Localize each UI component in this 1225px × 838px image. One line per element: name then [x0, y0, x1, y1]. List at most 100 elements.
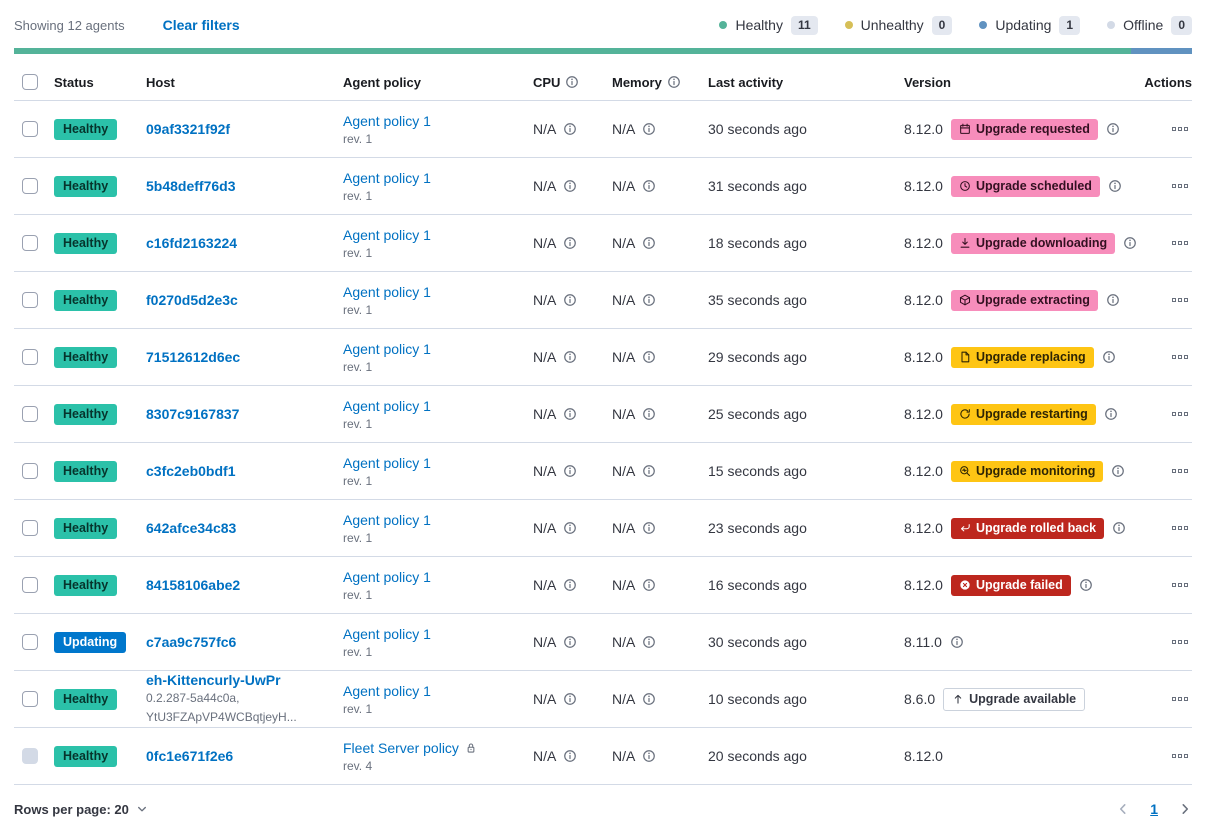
page-number-1[interactable]: 1 [1150, 801, 1158, 817]
cpu-na-info-icon[interactable] [563, 179, 577, 193]
row-checkbox[interactable] [22, 691, 38, 707]
memory-na-info-icon[interactable] [642, 122, 656, 136]
row-checkbox[interactable] [22, 349, 38, 365]
upgrade-info-icon[interactable] [1106, 293, 1120, 307]
row-actions-menu-icon[interactable] [1168, 465, 1192, 477]
host-link[interactable]: 8307c9167837 [146, 406, 333, 422]
host-link[interactable]: 5b48deff76d3 [146, 178, 333, 194]
upgrade-info-icon[interactable] [1111, 464, 1125, 478]
agent-policy-link[interactable]: Fleet Server policy [343, 740, 477, 756]
cpu-na-info-icon[interactable] [563, 464, 577, 478]
upgrade-info-icon[interactable] [1079, 578, 1093, 592]
upgrade-info-icon[interactable] [1104, 407, 1118, 421]
row-actions-menu-icon[interactable] [1168, 750, 1192, 762]
row-checkbox[interactable] [22, 577, 38, 593]
next-page-button[interactable] [1178, 802, 1192, 816]
host-link[interactable]: 09af3321f92f [146, 121, 333, 137]
agent-policy-link[interactable]: Agent policy 1 [343, 284, 431, 300]
row-actions-menu-icon[interactable] [1168, 294, 1192, 306]
row-actions-menu-icon[interactable] [1168, 351, 1192, 363]
agent-policy-link[interactable]: Agent policy 1 [343, 626, 431, 642]
memory-na-info-icon[interactable] [642, 578, 656, 592]
host-link[interactable]: f0270d5d2e3c [146, 292, 333, 308]
last-activity-value: 31 seconds ago [708, 178, 904, 194]
memory-na-info-icon[interactable] [642, 635, 656, 649]
agent-health-bar [14, 48, 1192, 54]
host-link[interactable]: c7aa9c757fc6 [146, 634, 333, 650]
row-actions-menu-icon[interactable] [1168, 522, 1192, 534]
agent-policy-link[interactable]: Agent policy 1 [343, 398, 431, 414]
cpu-na-info-icon[interactable] [563, 578, 577, 592]
row-checkbox[interactable] [22, 406, 38, 422]
row-checkbox[interactable] [22, 121, 38, 137]
cpu-na-info-icon[interactable] [563, 692, 577, 706]
row-actions-menu-icon[interactable] [1168, 636, 1192, 648]
upgrade-status-badge: Upgrade replacing [951, 347, 1094, 368]
column-header-memory: Memory [612, 75, 708, 90]
memory-na-info-icon[interactable] [642, 692, 656, 706]
memory-na-info-icon[interactable] [642, 521, 656, 535]
row-checkbox[interactable] [22, 178, 38, 194]
upgrade-info-icon[interactable] [1112, 521, 1126, 535]
healthy-dot-icon [719, 21, 727, 29]
agent-policy-link[interactable]: Agent policy 1 [343, 113, 431, 129]
row-actions-menu-icon[interactable] [1168, 579, 1192, 591]
row-checkbox[interactable] [22, 235, 38, 251]
policy-revision: rev. 1 [343, 246, 533, 260]
upgrade-info-icon[interactable] [1108, 179, 1122, 193]
agent-policy-link[interactable]: Agent policy 1 [343, 683, 431, 699]
clear-filters-link[interactable]: Clear filters [163, 17, 240, 33]
select-all-checkbox[interactable] [22, 74, 38, 90]
row-actions-menu-icon[interactable] [1168, 237, 1192, 249]
agent-policy-link[interactable]: Agent policy 1 [343, 227, 431, 243]
upgrade-info-icon[interactable] [1106, 122, 1120, 136]
agent-policy-link[interactable]: Agent policy 1 [343, 455, 431, 471]
agent-policy-link[interactable]: Agent policy 1 [343, 512, 431, 528]
memory-info-icon[interactable] [667, 75, 681, 89]
host-link[interactable]: c16fd2163224 [146, 235, 333, 251]
row-actions-menu-icon[interactable] [1168, 693, 1192, 705]
row-checkbox[interactable] [22, 520, 38, 536]
host-link[interactable]: 0fc1e671f2e6 [146, 748, 333, 764]
agent-policy-link[interactable]: Agent policy 1 [343, 569, 431, 585]
host-link[interactable]: 642afce34c83 [146, 520, 333, 536]
previous-page-button[interactable] [1116, 802, 1130, 816]
agent-table-row: Healthy c3fc2eb0bdf1 Agent policy 1 rev.… [14, 443, 1192, 500]
memory-na-info-icon[interactable] [642, 464, 656, 478]
row-actions-menu-icon[interactable] [1168, 123, 1192, 135]
cpu-na-info-icon[interactable] [563, 293, 577, 307]
policy-revision: rev. 1 [343, 132, 533, 146]
row-checkbox[interactable] [22, 634, 38, 650]
column-header-status: Status [54, 75, 146, 90]
agent-policy-link[interactable]: Agent policy 1 [343, 341, 431, 357]
row-checkbox[interactable] [22, 292, 38, 308]
host-link[interactable]: 71512612d6ec [146, 349, 333, 365]
cpu-na-info-icon[interactable] [563, 635, 577, 649]
policy-revision: rev. 1 [343, 417, 533, 431]
upgrade-info-icon[interactable] [1102, 350, 1116, 364]
memory-na-info-icon[interactable] [642, 350, 656, 364]
row-checkbox[interactable] [22, 463, 38, 479]
memory-na-info-icon[interactable] [642, 749, 656, 763]
row-actions-menu-icon[interactable] [1168, 408, 1192, 420]
cpu-na-info-icon[interactable] [563, 407, 577, 421]
memory-na-info-icon[interactable] [642, 236, 656, 250]
host-link[interactable]: eh-Kittencurly-UwPr [146, 672, 333, 688]
upgrade-info-icon[interactable] [950, 635, 964, 649]
memory-na-info-icon[interactable] [642, 179, 656, 193]
cpu-na-info-icon[interactable] [563, 521, 577, 535]
rows-per-page-select[interactable]: Rows per page: 20 [14, 802, 148, 817]
cpu-na-info-icon[interactable] [563, 236, 577, 250]
last-activity-value: 25 seconds ago [708, 406, 904, 422]
host-link[interactable]: c3fc2eb0bdf1 [146, 463, 333, 479]
cpu-na-info-icon[interactable] [563, 350, 577, 364]
cpu-info-icon[interactable] [565, 75, 579, 89]
memory-na-info-icon[interactable] [642, 407, 656, 421]
row-actions-menu-icon[interactable] [1168, 180, 1192, 192]
cpu-na-info-icon[interactable] [563, 749, 577, 763]
status-badge: Healthy [54, 746, 117, 767]
host-link[interactable]: 84158106abe2 [146, 577, 333, 593]
cpu-na-info-icon[interactable] [563, 122, 577, 136]
agent-policy-link[interactable]: Agent policy 1 [343, 170, 431, 186]
memory-na-info-icon[interactable] [642, 293, 656, 307]
